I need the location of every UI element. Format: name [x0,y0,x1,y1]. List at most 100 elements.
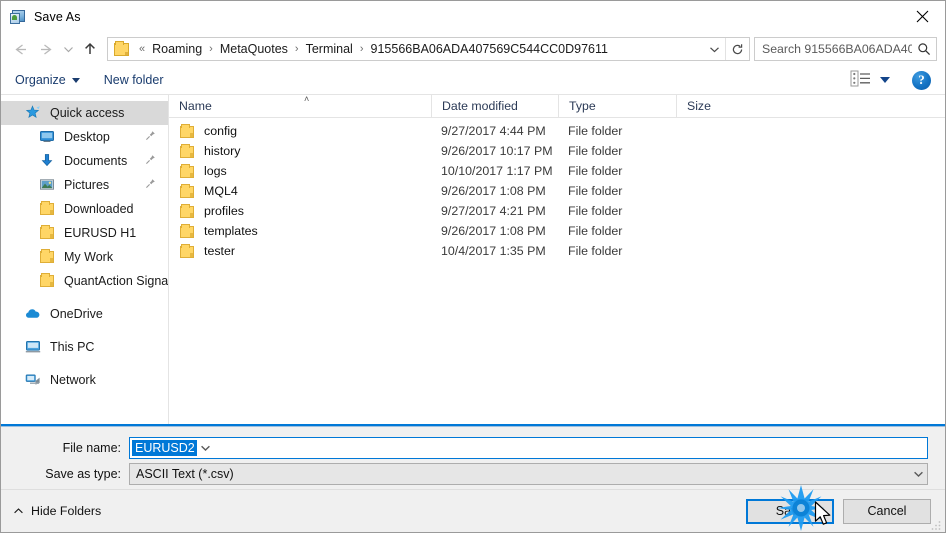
folder-icon [179,123,196,139]
file-type-cell: File folder [568,224,623,238]
folder-icon [179,143,196,159]
onedrive-icon [25,306,42,322]
breadcrumb-item-3[interactable]: 915566BA06ADA407569C544CC0D97611 [369,42,610,56]
sidebar-item-documents[interactable]: Documents [1,149,168,173]
sidebar-item-downloaded[interactable]: Downloaded [1,197,168,221]
chevron-up-icon [13,504,24,518]
table-row[interactable]: history 9/26/2017 10:17 PM File folder [169,141,945,161]
breadcrumb: « Roaming › MetaQuotes › Terminal › 9155… [134,42,703,56]
file-date-cell: 9/26/2017 1:08 PM [441,184,546,198]
file-date-cell: 9/27/2017 4:21 PM [441,204,546,218]
folder-icon [179,243,196,259]
column-header-label: Name [179,99,212,113]
pin-icon[interactable] [145,154,156,168]
file-date-cell: 10/10/2017 1:17 PM [441,164,553,178]
view-layout-icon[interactable] [850,70,872,90]
help-icon[interactable]: ? [912,70,931,90]
address-bar[interactable]: « Roaming › MetaQuotes › Terminal › 9155… [107,37,750,61]
window-title: Save As [34,9,81,24]
sidebar-item-quantaction-signal[interactable]: QuantAction Signal [1,269,168,293]
table-row[interactable]: MQL4 9/26/2017 1:08 PM File folder [169,181,945,201]
breadcrumb-item-2[interactable]: Terminal [304,42,355,56]
toolbar-right-group: ? [850,70,945,90]
back-icon[interactable] [7,36,33,62]
file-name-cell: profiles [169,203,431,219]
folder-icon [179,163,196,179]
file-name-cell: history [169,143,431,159]
save-as-type-label: Save as type: [45,467,121,481]
recent-locations-chevron-down-icon[interactable] [59,36,77,62]
file-name-cell: tester [169,243,431,259]
file-date-cell: 9/26/2017 1:08 PM [441,224,546,238]
file-name-value: EURUSD2 [132,440,197,456]
up-icon[interactable] [77,36,103,62]
file-name-label: config [204,124,238,138]
sidebar-item-this-pc[interactable]: This PC [1,335,168,359]
sidebar-item-my-work[interactable]: My Work [1,245,168,269]
file-name-input[interactable]: EURUSD2 [129,437,928,459]
chevron-down-icon[interactable] [910,470,927,478]
pin-icon[interactable] [145,178,156,192]
column-header-name[interactable]: Name ˄ [169,94,431,118]
column-header-size[interactable]: Size [676,94,756,118]
sidebar-item-label: My Work [64,250,114,264]
sidebar-item-desktop[interactable]: Desktop [1,125,168,149]
save-form: File name: EURUSD2 Save as type: ASCII T… [1,426,945,489]
sidebar-item-label: Desktop [64,130,110,144]
sidebar-item-label: EURUSD H1 [64,226,137,240]
folder-icon [179,203,196,219]
breadcrumb-item-1[interactable]: MetaQuotes [218,42,290,56]
file-type-cell: File folder [568,124,623,138]
organize-button[interactable]: Organize [15,73,80,87]
new-folder-button[interactable]: New folder [104,73,164,87]
address-chevron-down-icon[interactable] [703,38,725,60]
forward-icon[interactable] [33,36,59,62]
file-name-label: profiles [204,204,244,218]
sidebar-item-network[interactable]: Network [1,368,168,392]
hide-folders-button[interactable]: Hide Folders [13,504,101,518]
dialog-footer: Hide Folders Save Cancel [1,489,945,532]
file-name-label: templates [204,224,258,238]
breadcrumb-separator-0[interactable]: › [204,43,218,55]
sidebar-item-quick-access[interactable]: Quick access [1,101,168,125]
pin-icon[interactable] [145,130,156,144]
chevron-down-icon[interactable] [197,444,214,452]
breadcrumb-separator-1[interactable]: › [290,43,304,55]
resize-grip-icon[interactable] [930,518,942,530]
dialog-body: Quick access Desktop Documents Pictures … [1,94,945,426]
column-header-type[interactable]: Type [558,94,676,118]
chevron-down-icon [71,77,80,83]
close-icon[interactable] [899,1,945,32]
column-header-label: Size [687,99,711,113]
cancel-button[interactable]: Cancel [843,498,931,524]
breadcrumb-overflow[interactable]: « [134,43,150,55]
table-row[interactable]: tester 10/4/2017 1:35 PM File folder [169,241,945,261]
file-name-label: File name: [62,441,121,455]
table-row[interactable]: logs 10/10/2017 1:17 PM File folder [169,161,945,181]
save-button[interactable]: Save [746,498,834,524]
search-input[interactable]: Search 915566BA06ADA40756... [754,37,937,61]
sidebar-item-eurusd-h1[interactable]: EURUSD H1 [1,221,168,245]
view-chevron-down-icon[interactable] [880,77,890,83]
table-row[interactable]: profiles 9/27/2017 4:21 PM File folder [169,201,945,221]
breadcrumb-item-0[interactable]: Roaming [150,42,204,56]
sidebar-item-onedrive[interactable]: OneDrive [1,302,168,326]
sidebar-item-label: Network [50,373,96,387]
file-name-label: tester [204,244,235,258]
column-header-date-modified[interactable]: Date modified [431,94,558,118]
table-row[interactable]: config 9/27/2017 4:44 PM File folder [169,121,945,141]
breadcrumb-separator-2[interactable]: › [355,43,369,55]
folder-icon [39,201,56,217]
save-as-type-select[interactable]: ASCII Text (*.csv) [129,463,928,485]
file-name-cell: MQL4 [169,183,431,199]
refresh-icon[interactable] [725,38,749,60]
sidebar-item-pictures[interactable]: Pictures [1,173,168,197]
table-row[interactable]: templates 9/26/2017 1:08 PM File folder [169,221,945,241]
file-date-cell: 9/26/2017 10:17 PM [441,144,553,158]
network-icon [25,372,42,388]
file-name-label: logs [204,164,227,178]
file-name-label: history [204,144,241,158]
hide-folders-label: Hide Folders [31,504,102,518]
